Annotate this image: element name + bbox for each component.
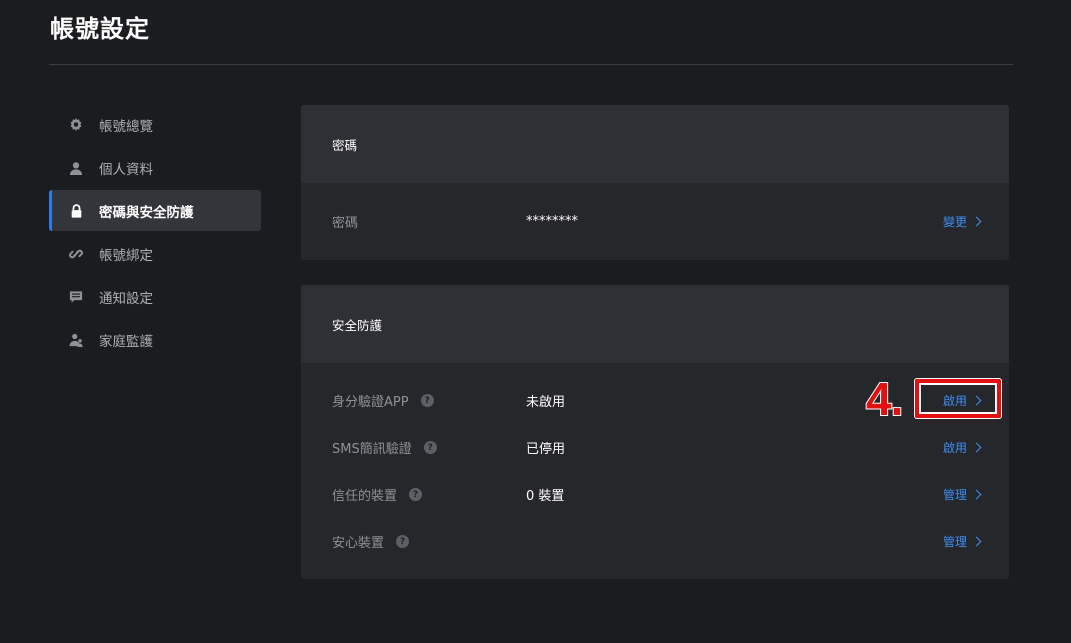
row-label-text: 信任的裝置 xyxy=(332,489,398,504)
link-icon xyxy=(68,246,84,262)
sidebar-item-label: 個人資料 xyxy=(99,161,153,178)
annotation-highlight-box xyxy=(915,379,1001,418)
trusted-devices-row: 信任的裝置 ? 0 裝置 管理 xyxy=(301,471,1009,518)
authenticator-app-row: 身分驗證APP ? 未啟用 啟用 xyxy=(301,377,1009,424)
row-label: SMS簡訊驗證 ? xyxy=(332,438,437,457)
manage-safe-devices-link[interactable]: 管理 xyxy=(942,533,982,550)
page-title: 帳號設定 xyxy=(50,15,150,43)
row-label: 密碼 xyxy=(332,212,358,231)
family-icon xyxy=(68,332,84,348)
sidebar-item-account-binding[interactable]: 帳號綁定 xyxy=(49,233,261,274)
sidebar: 帳號總覽 個人資料 密碼與安全防護 帳號綁定 通知設定 家庭監護 xyxy=(49,104,261,362)
security-rows: 身分驗證APP ? 未啟用 啟用 SMS簡訊驗證 ? 已停用 啟用 信任的裝置 … xyxy=(301,377,1009,565)
annotation-step-number: 4. xyxy=(865,373,904,425)
title-divider xyxy=(49,64,1013,65)
sidebar-item-label: 帳號綁定 xyxy=(99,247,153,264)
gear-icon xyxy=(68,117,84,133)
help-icon[interactable]: ? xyxy=(423,441,437,454)
password-row: 密碼 ******** 變更 xyxy=(301,183,1009,260)
sidebar-item-profile[interactable]: 個人資料 xyxy=(49,147,261,188)
row-label-text: SMS簡訊驗證 xyxy=(332,442,412,457)
help-icon[interactable]: ? xyxy=(420,394,434,407)
row-label: 身分驗證APP ? xyxy=(332,391,434,410)
chevron-right-icon xyxy=(971,442,982,452)
sidebar-item-account-overview[interactable]: 帳號總覽 xyxy=(49,104,261,145)
help-icon[interactable]: ? xyxy=(396,535,410,548)
security-card: 安全防護 身分驗證APP ? 未啟用 啟用 SMS簡訊驗證 ? 已停用 啟用 信… xyxy=(301,285,1009,579)
trusted-devices-count: 0 裝置 xyxy=(526,489,565,504)
lock-icon xyxy=(68,203,84,219)
sms-status: 已停用 xyxy=(526,442,566,457)
row-label: 安心裝置 ? xyxy=(332,532,410,551)
account-settings-page: 帳號設定 帳號總覽 個人資料 密碼與安全防護 帳號綁定 通知設定 家庭監護 密碼… xyxy=(0,0,1071,643)
row-label-text: 安心裝置 xyxy=(332,536,385,551)
sidebar-item-label: 帳號總覽 xyxy=(99,118,153,135)
chevron-right-icon xyxy=(971,536,982,546)
chevron-right-icon xyxy=(971,489,982,499)
safe-devices-row: 安心裝置 ? 管理 xyxy=(301,518,1009,565)
sidebar-item-label: 通知設定 xyxy=(99,290,153,307)
action-label: 啟用 xyxy=(942,441,967,455)
action-label: 管理 xyxy=(942,488,967,502)
user-icon xyxy=(68,160,84,176)
sidebar-item-label: 密碼與安全防護 xyxy=(99,204,194,221)
password-card: 密碼 密碼 ******** 變更 xyxy=(301,105,1009,260)
row-label-text: 身分驗證APP xyxy=(332,395,409,410)
sidebar-item-notifications[interactable]: 通知設定 xyxy=(49,276,261,317)
sidebar-item-label: 家庭監護 xyxy=(99,333,153,350)
sms-verification-row: SMS簡訊驗證 ? 已停用 啟用 xyxy=(301,424,1009,471)
action-label: 管理 xyxy=(942,535,967,549)
chevron-right-icon xyxy=(971,216,982,226)
sidebar-item-password-security[interactable]: 密碼與安全防護 xyxy=(49,190,261,231)
authenticator-status: 未啟用 xyxy=(526,395,566,410)
message-icon xyxy=(68,289,84,305)
action-label: 變更 xyxy=(942,215,967,229)
row-label: 信任的裝置 ? xyxy=(332,485,423,504)
row-label-text: 密碼 xyxy=(332,216,359,231)
enable-sms-link[interactable]: 啟用 xyxy=(942,439,982,456)
password-value: ******** xyxy=(526,214,578,229)
manage-trusted-devices-link[interactable]: 管理 xyxy=(942,486,982,503)
card-header: 密碼 xyxy=(301,105,1009,183)
change-password-link[interactable]: 變更 xyxy=(942,213,982,230)
sidebar-item-family-supervision[interactable]: 家庭監護 xyxy=(49,319,261,360)
help-icon[interactable]: ? xyxy=(409,488,423,501)
